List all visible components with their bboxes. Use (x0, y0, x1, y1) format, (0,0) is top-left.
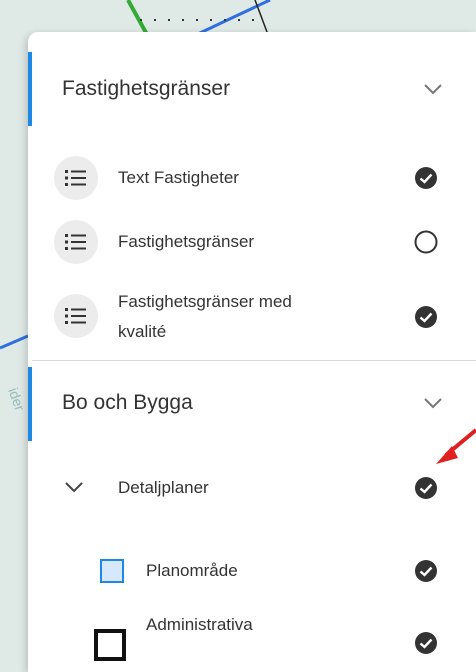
group-accent-bar (28, 52, 32, 126)
unchecked-circle-icon[interactable] (414, 230, 438, 254)
layer-label: Planområde (146, 561, 238, 580)
list-icon[interactable] (54, 156, 98, 200)
group-title: Bo och Bygga (62, 391, 193, 414)
legend-square-icon (100, 559, 124, 583)
layer-row-administrativa[interactable]: Administrativa (28, 611, 476, 672)
layer-label: Detaljplaner (118, 478, 209, 497)
list-icon[interactable] (54, 294, 98, 338)
checked-circle-icon[interactable] (414, 559, 438, 583)
group-title: Fastighetsgränser (62, 77, 231, 100)
layer-row-planomrade[interactable]: Planområde (28, 531, 476, 611)
chevron-down-icon[interactable] (420, 390, 446, 416)
layer-row-detaljplaner[interactable]: Detaljplaner (28, 445, 476, 531)
group-header-bo-och-bygga[interactable]: Bo och Bygga (28, 361, 476, 445)
layer-label-line1: Fastighetsgränser med (118, 292, 292, 311)
layer-label: Fastighetsgränser (118, 232, 255, 251)
layer-label: Administrativa (146, 615, 253, 634)
layer-label: Text Fastigheter (118, 168, 239, 187)
checked-circle-icon[interactable] (414, 305, 438, 329)
chevron-down-icon[interactable] (62, 475, 86, 499)
checked-circle-icon[interactable] (414, 166, 438, 190)
layer-label-line2: kvalité (118, 322, 167, 341)
checked-circle-icon[interactable] (414, 631, 438, 655)
layer-row-fastighetsgranser[interactable]: Fastighetsgränser (28, 210, 476, 274)
layer-panel: Fastighetsgränser Text Fastigheter Fasti… (28, 32, 476, 672)
layer-row-text-fastigheter[interactable]: Text Fastigheter (28, 146, 476, 210)
layer-row-fastighetsgranser-kvalite[interactable]: Fastighetsgränser med kvalité (28, 274, 476, 360)
list-icon[interactable] (54, 220, 98, 264)
group-header-fastighetsgranser[interactable]: Fastighetsgränser (28, 32, 476, 146)
checked-circle-icon[interactable] (414, 476, 438, 500)
chevron-down-icon[interactable] (420, 76, 446, 102)
group-accent-bar (28, 367, 32, 441)
legend-square-icon (94, 629, 126, 661)
